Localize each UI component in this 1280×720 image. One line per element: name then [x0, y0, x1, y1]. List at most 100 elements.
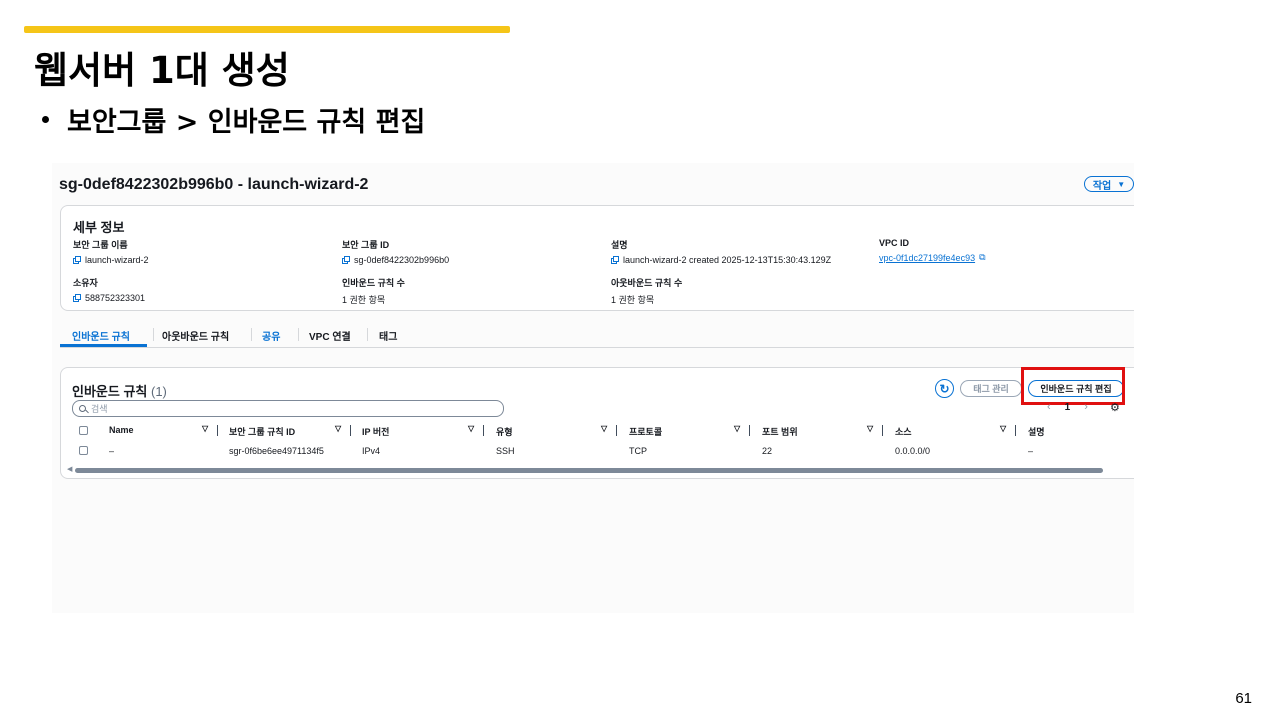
copy-icon[interactable] [73, 256, 81, 264]
prev-page-icon[interactable]: ‹ [1047, 401, 1051, 413]
row-checkbox[interactable] [79, 446, 88, 455]
column-divider [749, 425, 750, 436]
vpc-link[interactable]: vpc-0f1dc27199fe4ec93 [879, 253, 975, 263]
scrollbar-thumb[interactable] [75, 468, 1103, 473]
field-label: 보안 그룹 이름 [73, 240, 128, 250]
field-label: 소유자 [73, 278, 98, 288]
cell-protocol: TCP [629, 446, 647, 456]
console-screenshot: sg-0def8422302b996b0 - launch-wizard-2 작… [52, 163, 1134, 613]
field-outbound-count: 아웃바운드 규칙 수 1 권한 항목 [611, 276, 682, 306]
tab-divider [298, 328, 299, 341]
cell-type: SSH [496, 446, 515, 456]
tab-tags[interactable]: 태그 [379, 328, 397, 343]
sort-icon[interactable]: ▽ [601, 424, 607, 433]
sort-icon[interactable]: ▽ [468, 424, 474, 433]
field-vpc-id: VPC ID vpc-0f1dc27199fe4ec93 ⧉ [879, 238, 986, 263]
tab-divider [251, 328, 252, 341]
column-divider [1015, 425, 1016, 436]
column-divider [616, 425, 617, 436]
field-value: sg-0def8422302b996b0 [354, 255, 450, 265]
field-owner: 소유자 588752323301 [73, 276, 145, 303]
gear-icon[interactable]: ⚙ [1110, 401, 1120, 414]
field-value: 1 권한 항목 [342, 295, 386, 305]
details-title: 세부 정보 [73, 220, 125, 235]
tab-inbound-rules[interactable]: 인바운드 규칙 [72, 328, 130, 343]
slide-bullet: 보안그룹 > 인바운드 규칙 편집 [42, 100, 425, 139]
rules-count: (1) [151, 384, 167, 399]
field-value: 588752323301 [85, 293, 146, 303]
column-divider [217, 425, 218, 436]
column-divider [483, 425, 484, 436]
copy-icon[interactable] [73, 294, 81, 302]
column-divider [350, 425, 351, 436]
sort-icon[interactable]: ▽ [734, 424, 740, 433]
field-sg-id: 보안 그룹 ID sg-0def8422302b996b0 [342, 238, 449, 265]
sort-icon[interactable]: ▽ [335, 424, 341, 433]
security-group-title: sg-0def8422302b996b0 - launch-wizard-2 [59, 176, 369, 193]
slide-title: 웹서버 1대 생성 [34, 49, 290, 92]
tab-outbound-rules[interactable]: 아웃바운드 규칙 [162, 328, 229, 343]
cell-description: – [1028, 446, 1034, 456]
sort-icon[interactable]: ▽ [202, 424, 208, 433]
sort-icon[interactable]: ▽ [867, 424, 873, 433]
field-value: 1 권한 항목 [611, 295, 655, 305]
column-divider [882, 425, 883, 436]
details-panel: 세부 정보 보안 그룹 이름 launch-wizard-2 보안 그룹 ID … [60, 205, 1134, 311]
select-all-checkbox[interactable] [79, 426, 88, 435]
field-inbound-count: 인바운드 규칙 수 1 권한 항목 [342, 276, 405, 306]
copy-icon[interactable] [611, 256, 619, 264]
col-description[interactable]: 설명 [1028, 425, 1045, 438]
field-label: 아웃바운드 규칙 수 [611, 278, 683, 288]
search-input[interactable]: 검색 [72, 400, 504, 417]
field-label: 인바운드 규칙 수 [342, 278, 405, 288]
search-icon [79, 405, 86, 412]
page-number: 61 [1235, 690, 1252, 707]
field-value: launch-wizard-2 created 2025-12-13T15:30… [623, 255, 832, 265]
next-page-icon[interactable]: › [1084, 401, 1088, 413]
external-link-icon: ⧉ [979, 252, 986, 262]
table-row[interactable]: – sgr-0f6be6ee4971134f5 IPv4 SSH TCP 22 … [72, 444, 1134, 460]
current-page[interactable]: 1 [1065, 402, 1071, 413]
manage-tags-button[interactable]: 태그 관리 [960, 380, 1022, 397]
col-source[interactable]: 소스 [895, 425, 912, 438]
refresh-icon: ↻ [939, 381, 950, 396]
cell-port-range: 22 [762, 446, 773, 456]
field-value: launch-wizard-2 [85, 255, 149, 265]
field-sg-name: 보안 그룹 이름 launch-wizard-2 [73, 238, 149, 265]
caret-down-icon: ▼ [1117, 179, 1126, 189]
cell-ip-version: IPv4 [362, 446, 381, 456]
search-placeholder: 검색 [91, 404, 108, 414]
highlight-box [1021, 367, 1125, 405]
field-label: 보안 그룹 ID [342, 240, 390, 250]
cell-rule-id: sgr-0f6be6ee4971134f5 [229, 446, 324, 456]
col-port-range[interactable]: 포트 범위 [762, 425, 798, 438]
tab-sharing[interactable]: 공유 [262, 328, 280, 343]
tab-divider [153, 328, 154, 341]
bullet-text: 보안그룹 > 인바운드 규칙 편집 [67, 107, 426, 138]
tab-vpc-associations[interactable]: VPC 연결 [309, 328, 351, 343]
bullet-dot [42, 116, 49, 123]
col-type[interactable]: 유형 [496, 425, 513, 438]
col-rule-id[interactable]: 보안 그룹 규칙 ID [229, 425, 295, 438]
inbound-rules-panel: 인바운드 규칙 (1) ↻ 태그 관리 인바운드 규칙 편집 검색 ‹ 1 › … [60, 367, 1134, 479]
rules-title: 인바운드 규칙 (1) [72, 381, 167, 400]
accent-bar [24, 26, 510, 33]
col-ip-version[interactable]: IP 버전 [362, 425, 389, 438]
horizontal-scrollbar[interactable]: ◀ ▶ [67, 465, 1134, 474]
col-name[interactable]: Name [109, 425, 134, 435]
actions-button[interactable]: 작업 ▼ [1084, 176, 1134, 192]
pagination: ‹ 1 › [1047, 401, 1088, 413]
scroll-left-icon[interactable]: ◀ [67, 465, 72, 473]
refresh-button[interactable]: ↻ [935, 379, 954, 398]
col-protocol[interactable]: 프로토콜 [629, 425, 662, 438]
copy-icon[interactable] [342, 256, 350, 264]
tab-divider [367, 328, 368, 341]
tab-bar: 인바운드 규칙 아웃바운드 규칙 공유 VPC 연결 태그 [60, 325, 1134, 348]
sort-icon[interactable]: ▽ [1000, 424, 1006, 433]
active-tab-indicator [60, 344, 147, 347]
field-label: 설명 [611, 240, 628, 250]
cell-name: – [109, 446, 115, 456]
actions-label: 작업 [1092, 180, 1112, 192]
rules-title-text: 인바운드 규칙 [72, 384, 148, 399]
table-header: Name ▽ 보안 그룹 규칙 ID ▽ IP 버전 ▽ 유형 ▽ 프로토콜 ▽… [72, 423, 1134, 439]
